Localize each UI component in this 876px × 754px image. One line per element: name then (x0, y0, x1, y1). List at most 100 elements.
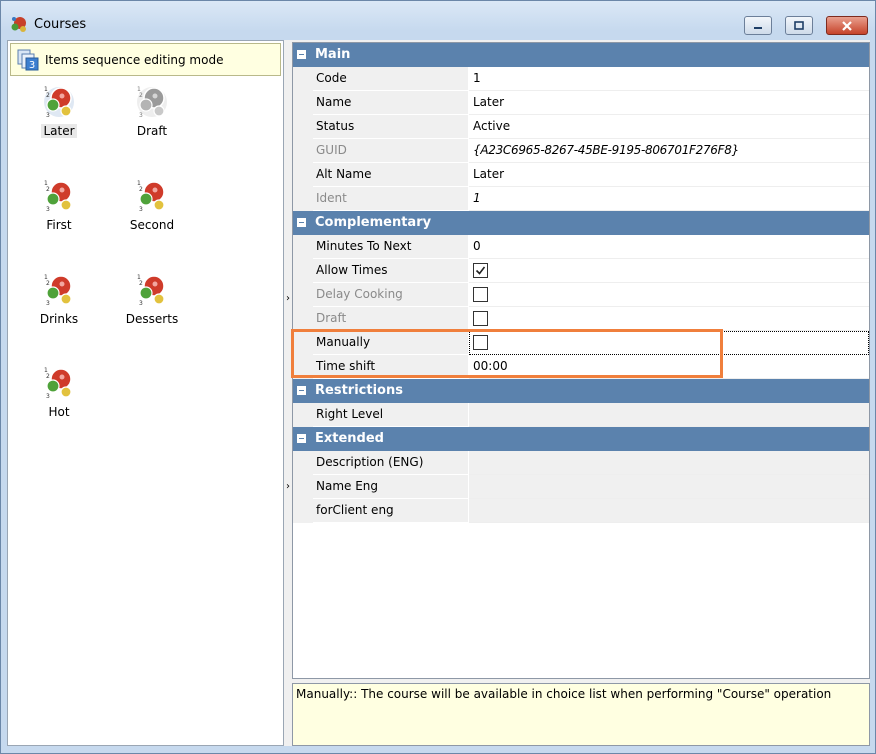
title-bar[interactable]: Courses (1, 1, 875, 39)
course-label: Later (41, 124, 77, 138)
svg-text:2: 2 (139, 280, 143, 287)
minimize-button[interactable] (744, 16, 772, 35)
svg-text:3: 3 (46, 393, 50, 400)
property-value[interactable]: 0 (469, 235, 869, 259)
row-gutter (293, 115, 313, 139)
course-item-second[interactable]: 1 2 3 Second (107, 177, 197, 232)
course-item-hot[interactable]: 1 2 3 Hot (14, 364, 104, 419)
property-name: Name (313, 91, 468, 115)
course-icon: 1 2 3 (137, 274, 165, 307)
svg-text:3: 3 (29, 60, 35, 71)
maximize-button[interactable] (785, 16, 813, 35)
maximize-icon (794, 21, 804, 30)
close-icon (842, 20, 852, 31)
course-icon: 1 2 3 (44, 180, 72, 213)
property-value (469, 331, 869, 355)
property-row-allow-times[interactable]: Allow Times (293, 259, 869, 283)
row-gutter (293, 331, 313, 355)
row-gutter (293, 307, 313, 331)
collapse-icon[interactable] (297, 50, 306, 59)
property-value[interactable] (469, 451, 869, 475)
property-grid[interactable]: Main Code 1 Name Later Status Active GUI… (292, 42, 870, 679)
property-row-status[interactable]: Status Active (293, 115, 869, 139)
row-gutter (293, 451, 313, 475)
sequence-mode-banner[interactable]: 3 Items sequence editing mode (10, 43, 281, 76)
property-row-ident[interactable]: Ident 1 (293, 187, 869, 211)
property-value[interactable] (469, 475, 869, 499)
course-label: First (46, 218, 72, 232)
property-value (469, 283, 869, 307)
course-gray-icon: 1 2 3 (137, 86, 167, 119)
courses-window: Courses 3 Items sequence editing mode 1 … (0, 0, 876, 754)
courses-app-icon (11, 17, 26, 32)
course-item-desserts[interactable]: 1 2 3 Desserts (107, 271, 197, 326)
course-icon: 1 2 3 (44, 274, 72, 307)
allow-times-checkbox[interactable] (473, 263, 488, 278)
property-name: Delay Cooking (313, 283, 468, 307)
property-name: Time shift (313, 355, 468, 379)
row-gutter (293, 259, 313, 283)
property-row-minutes-to-next[interactable]: Minutes To Next 0 (293, 235, 869, 259)
manually-checkbox[interactable] (473, 335, 488, 350)
property-row-guid[interactable]: GUID {A23C6965-8267-45BE-9195-806701F276… (293, 139, 869, 163)
category-complementary[interactable]: Complementary (293, 211, 869, 235)
property-row-time-shift[interactable]: Time shift 00:00 (293, 355, 869, 379)
category-title: Extended (315, 431, 384, 446)
draft-checkbox[interactable] (473, 311, 488, 326)
course-icon: 1 2 3 (137, 180, 165, 213)
property-value[interactable]: Active (469, 115, 869, 139)
course-item-draft[interactable]: 1 2 3 Draft (107, 83, 197, 138)
property-name: forClient eng (313, 499, 468, 523)
property-value[interactable]: Later (469, 91, 869, 115)
category-restrictions[interactable]: Restrictions (293, 379, 869, 403)
category-main[interactable]: Main (293, 43, 869, 67)
svg-text:3: 3 (139, 300, 143, 307)
property-row-draft[interactable]: Draft (293, 307, 869, 331)
property-name: GUID (313, 139, 468, 163)
property-description-panel: Manually:: The course will be available … (292, 683, 870, 746)
category-extended[interactable]: Extended (293, 427, 869, 451)
row-gutter (293, 355, 313, 379)
property-value[interactable] (469, 499, 869, 523)
property-value[interactable]: Later (469, 163, 869, 187)
row-gutter (293, 67, 313, 91)
category-title: Restrictions (315, 383, 403, 398)
collapse-icon[interactable] (297, 386, 306, 395)
property-value: {A23C6965-8267-45BE-9195-806701F276F8} (469, 139, 869, 163)
property-name: Code (313, 67, 468, 91)
course-item-later[interactable]: 1 2 3 Later (14, 83, 104, 138)
course-icon: 1 2 3 (44, 367, 72, 400)
svg-text:3: 3 (46, 206, 50, 213)
delay-cooking-checkbox[interactable] (473, 287, 488, 302)
property-name: Minutes To Next (313, 235, 468, 259)
property-row-name[interactable]: Name Later (293, 91, 869, 115)
property-value[interactable] (469, 403, 869, 427)
course-item-first[interactable]: 1 2 3 First (14, 177, 104, 232)
property-name: Name Eng (313, 475, 468, 499)
property-row-delay-cooking[interactable]: Delay Cooking (293, 283, 869, 307)
svg-text:3: 3 (46, 112, 50, 119)
property-row-alt-name[interactable]: Alt Name Later (293, 163, 869, 187)
course-label: Hot (48, 405, 70, 419)
course-item-drinks[interactable]: 1 2 3 Drinks (14, 271, 104, 326)
collapse-icon[interactable] (297, 218, 306, 227)
row-gutter (293, 475, 313, 499)
property-value[interactable]: 00:00 (469, 355, 869, 379)
property-row-code[interactable]: Code 1 (293, 67, 869, 91)
course-label: Draft (136, 124, 168, 138)
property-row-name-eng[interactable]: Name Eng (293, 475, 869, 499)
property-row-manually[interactable]: Manually (293, 331, 869, 355)
property-row-forclient-eng[interactable]: forClient eng (293, 499, 869, 523)
close-button[interactable] (826, 16, 868, 35)
collapse-icon[interactable] (297, 434, 306, 443)
property-value[interactable]: 1 (469, 67, 869, 91)
svg-text:2: 2 (46, 280, 50, 287)
svg-text:2: 2 (46, 186, 50, 193)
window-client-area: 3 Items sequence editing mode 1 2 3 Late… (7, 40, 870, 746)
property-name: Allow Times (313, 259, 468, 283)
property-row-description-eng[interactable]: Description (ENG) (293, 451, 869, 475)
courses-list-panel[interactable]: 3 Items sequence editing mode 1 2 3 Late… (7, 40, 284, 746)
property-row-right-level[interactable]: Right Level (293, 403, 869, 427)
property-name: Right Level (313, 403, 468, 427)
panel-splitter[interactable] (284, 40, 292, 746)
